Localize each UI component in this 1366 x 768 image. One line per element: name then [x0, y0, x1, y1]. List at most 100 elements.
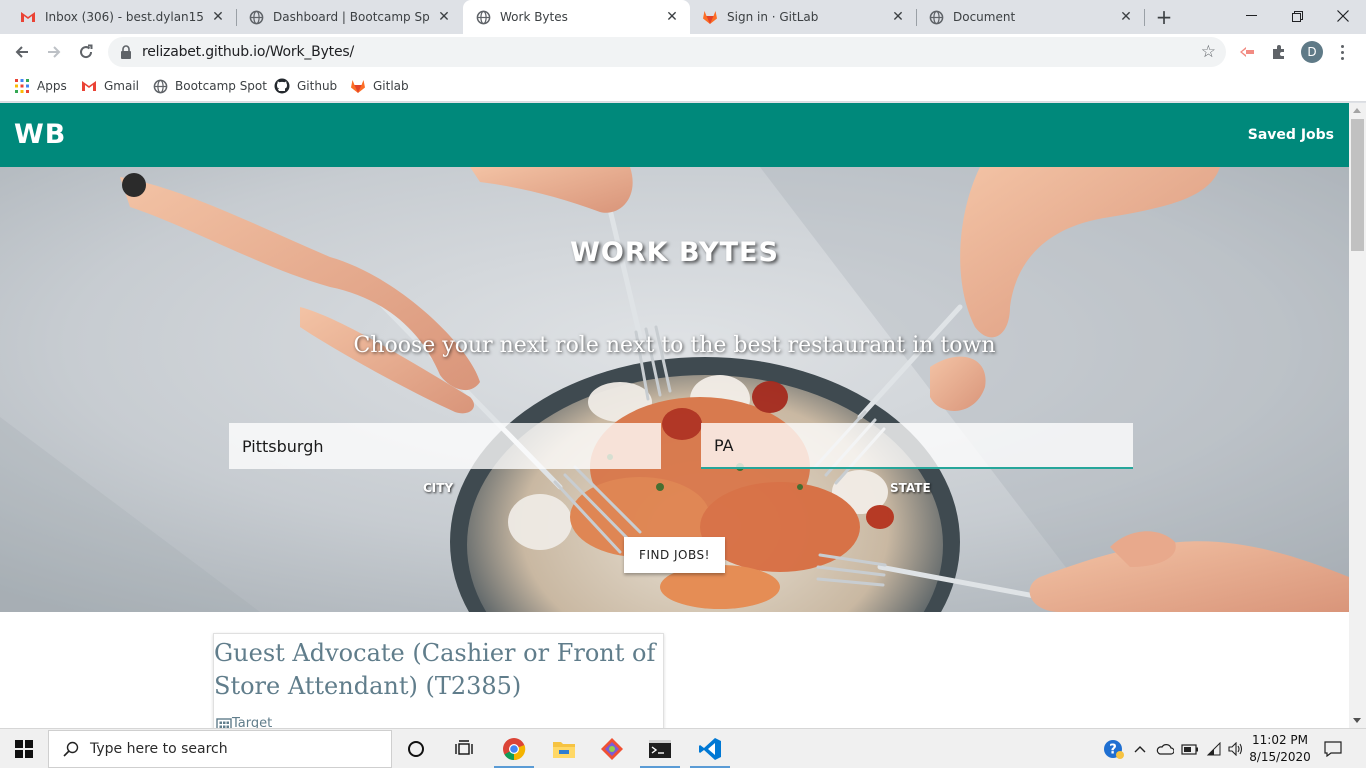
globe-icon [248, 9, 264, 25]
taskbar-chrome[interactable] [490, 729, 538, 768]
city-input[interactable]: Pittsburgh [229, 423, 661, 469]
tab-title: Work Bytes [500, 10, 568, 24]
folder-icon [553, 742, 575, 758]
close-icon[interactable]: ✕ [436, 9, 452, 25]
notification-center-icon[interactable] [1318, 729, 1348, 768]
state-input-value: PA [714, 435, 734, 455]
apps-grid-icon [14, 78, 30, 94]
reload-button[interactable] [72, 38, 100, 66]
bookmark-label: Apps [37, 79, 67, 93]
bookmark-star-icon[interactable]: ☆ [1201, 42, 1216, 62]
tray-chevron-up-icon[interactable] [1130, 729, 1150, 768]
bookmark-gmail[interactable]: Gmail [81, 76, 139, 96]
tab-title: Dashboard | Bootcamp Spot [273, 10, 430, 24]
gitlab-icon [350, 78, 366, 94]
city-input-value: Pittsburgh [242, 436, 324, 456]
taskbar-vscode[interactable] [686, 729, 734, 768]
wifi-icon[interactable] [1203, 729, 1225, 768]
task-view-button[interactable] [440, 729, 488, 768]
gmail-icon [20, 9, 36, 25]
start-button[interactable] [0, 729, 48, 768]
hero-subtitle: Choose your next role next to the best r… [353, 333, 996, 358]
state-input[interactable]: PA [701, 423, 1133, 469]
scroll-up-arrow-icon[interactable] [1353, 108, 1361, 113]
site-navbar: WB Saved Jobs [0, 103, 1349, 167]
terminal-icon [649, 740, 671, 758]
git-diamond-icon [601, 738, 623, 760]
window-close-button[interactable] [1320, 0, 1366, 32]
gmail-icon [81, 78, 97, 94]
tab-bootcamp[interactable]: Dashboard | Bootcamp Spot ✕ [236, 0, 462, 34]
minimize-button[interactable] [1228, 0, 1274, 32]
address-bar[interactable]: relizabet.github.io/Work_Bytes/ ☆ [108, 37, 1226, 67]
tab-title: Document [953, 10, 1016, 24]
arrow-left-icon [15, 46, 28, 58]
bookmark-label: Gitlab [373, 79, 409, 93]
bookmarks-bar: Apps Gmail Bootcamp Spot Github Gitlab [0, 70, 1366, 102]
saved-jobs-link[interactable]: Saved Jobs [1248, 127, 1334, 143]
browser-tab-strip: Inbox (306) - best.dylan15@gm ✕ Dashboar… [0, 0, 1366, 34]
tab-work-bytes[interactable]: Work Bytes ✕ [463, 0, 690, 34]
taskbar-terminal[interactable] [636, 729, 684, 768]
tab-gmail[interactable]: Inbox (306) - best.dylan15@gm ✕ [8, 0, 236, 34]
restore-button[interactable] [1274, 0, 1320, 32]
bookmark-label: Bootcamp Spot [175, 79, 267, 93]
taskbar-file-explorer[interactable] [540, 729, 588, 768]
back-button[interactable] [8, 38, 36, 66]
battery-icon[interactable] [1178, 729, 1202, 768]
close-icon[interactable]: ✕ [1118, 9, 1134, 25]
bookmark-bootcamp-spot[interactable]: Bootcamp Spot [152, 76, 267, 96]
company-name[interactable]: Target [232, 716, 272, 728]
close-icon[interactable]: ✕ [664, 9, 680, 25]
taskbar-clock[interactable]: 11:02 PM 8/15/2020 [1244, 732, 1316, 766]
state-label: STATE [890, 481, 931, 495]
volume-icon[interactable] [1226, 729, 1246, 768]
gitlab-icon [702, 9, 718, 25]
bookmark-gitlab[interactable]: Gitlab [350, 76, 409, 96]
forward-button[interactable] [40, 38, 68, 66]
city-label: CITY [423, 481, 454, 495]
brand-logo[interactable]: WB [14, 119, 66, 150]
arrow-right-icon [48, 46, 61, 58]
onedrive-cloud-icon[interactable] [1153, 729, 1177, 768]
tab-gitlab[interactable]: Sign in · GitLab ✕ [690, 0, 916, 34]
job-company: Target [216, 716, 272, 728]
cortana-button[interactable] [392, 729, 440, 768]
page-scrollbar[interactable] [1349, 103, 1366, 728]
search-placeholder: Type here to search [90, 741, 228, 757]
scroll-down-arrow-icon[interactable] [1353, 718, 1361, 723]
job-title[interactable]: Guest Advocate (Cashier or Front of Stor… [214, 637, 664, 703]
lock-icon [121, 45, 131, 59]
building-icon [216, 717, 232, 728]
svg-text:?: ? [1109, 743, 1117, 758]
taskbar-github-desktop[interactable] [588, 729, 636, 768]
windows-logo-icon [15, 740, 33, 758]
extensions-icon[interactable] [1268, 41, 1290, 63]
taskbar-search-box[interactable]: Type here to search [48, 730, 392, 768]
close-icon[interactable]: ✕ [890, 9, 906, 25]
scrollbar-thumb[interactable] [1351, 119, 1364, 251]
job-card[interactable]: Guest Advocate (Cashier or Front of Stor… [213, 633, 664, 728]
chrome-icon [503, 738, 526, 761]
find-jobs-button[interactable]: FIND JOBS! [624, 537, 725, 573]
profile-avatar[interactable]: D [1301, 41, 1323, 63]
browser-menu-button[interactable] [1336, 41, 1348, 63]
tab-document[interactable]: Document ✕ [916, 0, 1144, 34]
close-icon[interactable]: ✕ [210, 9, 226, 25]
url-text: relizabet.github.io/Work_Bytes/ [142, 44, 354, 60]
vscode-icon [699, 738, 721, 760]
globe-icon [928, 9, 944, 25]
cast-extension-icon[interactable] [1236, 41, 1258, 63]
bookmark-github[interactable]: Github [274, 76, 337, 96]
browser-toolbar: relizabet.github.io/Work_Bytes/ ☆ [0, 34, 1366, 70]
globe-icon [475, 9, 491, 25]
hero-section: WORK BYTES Choose your next role next to… [0, 167, 1349, 612]
task-view-icon [455, 740, 473, 755]
cortana-circle-icon [408, 741, 424, 757]
reload-icon [80, 44, 93, 59]
new-tab-button[interactable]: + [1152, 5, 1176, 29]
tray-help-icon[interactable]: ? [1100, 729, 1128, 768]
windows-taskbar: Type here to search ? 11:02 PM 8/15/2020 [0, 728, 1366, 768]
bookmark-label: Github [297, 79, 338, 93]
bookmark-apps[interactable]: Apps [14, 76, 67, 96]
